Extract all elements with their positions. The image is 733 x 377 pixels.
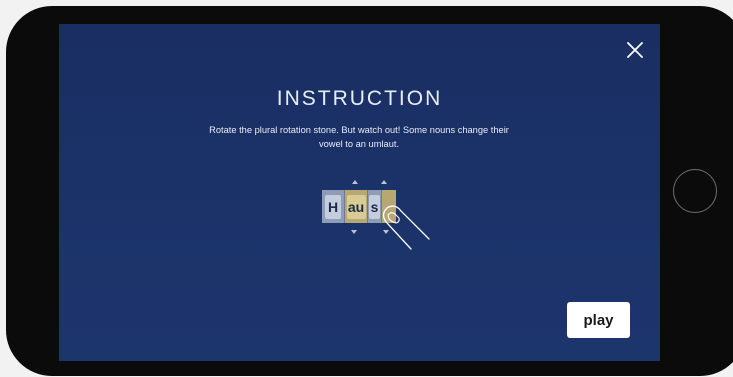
- stone-tile-letter: s: [370, 198, 379, 215]
- rotate-down-arrow-icon[interactable]: [351, 230, 357, 234]
- close-icon[interactable]: [625, 40, 645, 60]
- rotate-up-arrow-icon[interactable]: [381, 180, 387, 184]
- instruction-description: Rotate the plural rotation stone. But wa…: [209, 125, 509, 149]
- instruction-title: INSTRUCTION: [276, 87, 443, 110]
- home-button[interactable]: [673, 169, 717, 213]
- instruction-screen: INSTRUCTION Rotate the plural rotation s…: [59, 24, 660, 361]
- stone-tile[interactable]: s: [368, 190, 382, 223]
- stone-tile[interactable]: au: [345, 190, 368, 223]
- play-button[interactable]: play: [567, 302, 630, 338]
- rotate-up-arrow-icon[interactable]: [352, 180, 358, 184]
- stone-tile[interactable]: H: [322, 190, 345, 223]
- stone-tile-letter: au: [347, 198, 365, 215]
- stone-tile-letter: H: [327, 198, 339, 215]
- hand-pointer-icon: [382, 205, 430, 250]
